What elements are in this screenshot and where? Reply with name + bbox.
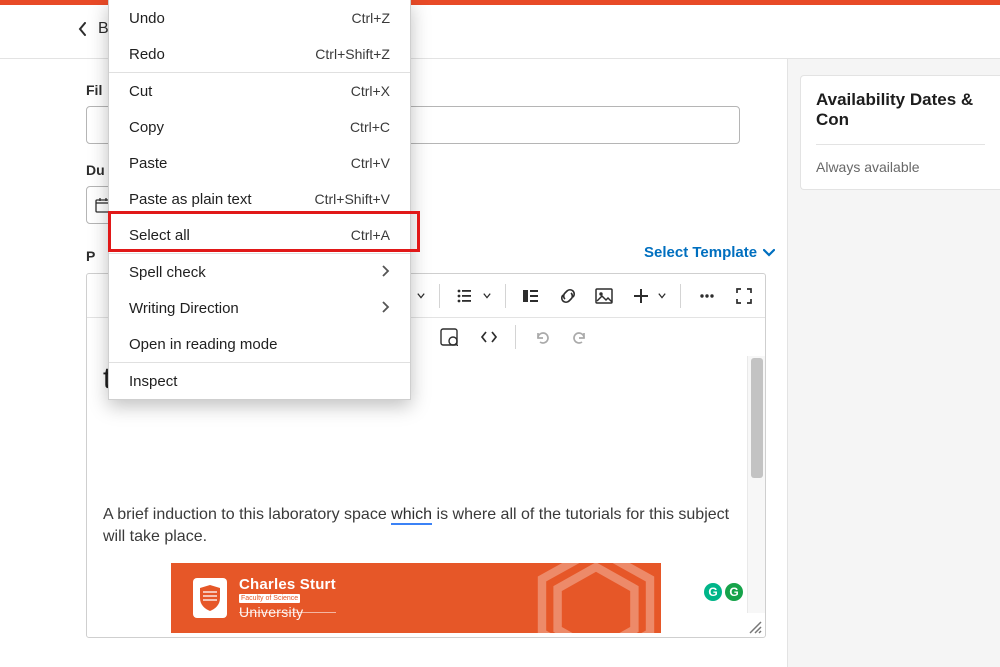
menu-item-shortcut: Ctrl+C: [350, 119, 390, 135]
university-banner: Charles Sturt Faculty of Science Univers…: [171, 563, 661, 633]
chevron-down-icon: [763, 247, 775, 259]
chevron-right-icon: [382, 300, 390, 317]
menu-item-label: Paste as plain text: [129, 191, 315, 208]
menu-item-label: Open in reading mode: [129, 336, 390, 353]
availability-title: Availability Dates & Con: [816, 90, 985, 130]
chevron-right-icon: [382, 264, 390, 281]
toolbar-separator: [439, 284, 440, 308]
menu-item-label: Select all: [129, 227, 351, 244]
resize-grip[interactable]: [746, 618, 762, 634]
chevron-left-icon: [78, 22, 88, 36]
assistant-badges: G G: [704, 583, 743, 601]
badge-g2[interactable]: G: [725, 583, 743, 601]
fullscreen-button[interactable]: [732, 284, 755, 308]
availability-divider: [816, 144, 985, 145]
badge-g1[interactable]: G: [704, 583, 722, 601]
toolbar-separator: [515, 325, 516, 349]
breadcrumb[interactable]: B: [78, 20, 109, 38]
insert-stuff-button[interactable]: [520, 284, 543, 308]
source-code-button[interactable]: [477, 325, 501, 349]
menu-item-paste-as-plain-text[interactable]: Paste as plain textCtrl+Shift+V: [109, 181, 410, 217]
body-pre: A brief induction to this laboratory spa…: [103, 506, 391, 523]
spellcheck-word[interactable]: which: [391, 506, 432, 525]
menu-item-select-all[interactable]: Select allCtrl+A: [109, 217, 410, 253]
dropdown-caret-icon[interactable]: [483, 292, 491, 300]
menu-item-cut[interactable]: CutCtrl+X: [109, 73, 410, 109]
link-button[interactable]: [556, 284, 579, 308]
toolbar-separator: [505, 284, 506, 308]
plus-button[interactable]: [629, 284, 652, 308]
redo-button[interactable]: [568, 325, 592, 349]
menu-item-shortcut: Ctrl+A: [351, 227, 390, 243]
menu-item-label: Spell check: [129, 264, 382, 281]
menu-item-paste[interactable]: PasteCtrl+V: [109, 145, 410, 181]
menu-item-label: Redo: [129, 46, 315, 63]
menu-item-undo[interactable]: UndoCtrl+Z: [109, 0, 410, 36]
university-name: Charles Sturt: [239, 576, 336, 593]
menu-item-shortcut: Ctrl+V: [351, 155, 390, 171]
undo-button[interactable]: [530, 325, 554, 349]
menu-item-label: Cut: [129, 83, 351, 100]
select-template-label: Select Template: [644, 244, 757, 261]
university-bottom: University: [239, 604, 336, 620]
menu-item-copy[interactable]: CopyCtrl+C: [109, 109, 410, 145]
shield-icon: [193, 578, 227, 618]
menu-item-redo[interactable]: RedoCtrl+Shift+Z: [109, 36, 410, 72]
menu-item-writing-direction[interactable]: Writing Direction: [109, 290, 410, 326]
menu-item-label: Writing Direction: [129, 300, 382, 317]
availability-status: Always available: [816, 159, 985, 175]
menu-item-label: Inspect: [129, 373, 390, 390]
content-body: A brief induction to this laboratory spa…: [103, 504, 739, 549]
image-button[interactable]: [593, 284, 616, 308]
menu-item-label: Paste: [129, 155, 351, 172]
scroll-thumb[interactable]: [751, 358, 763, 478]
more-button[interactable]: [695, 284, 718, 308]
dropdown-caret-icon[interactable]: [417, 292, 425, 300]
vertical-scrollbar[interactable]: [747, 356, 765, 613]
availability-card: Availability Dates & Con Always availabl…: [800, 75, 1000, 190]
hex-pattern: [511, 563, 661, 633]
menu-item-shortcut: Ctrl+Shift+V: [315, 191, 390, 207]
menu-item-shortcut: Ctrl+Z: [352, 10, 391, 26]
university-subtitle: Faculty of Science: [239, 594, 300, 603]
menu-item-label: Undo: [129, 10, 352, 27]
menu-item-open-in-reading-mode[interactable]: Open in reading mode: [109, 326, 410, 362]
context-menu: UndoCtrl+ZRedoCtrl+Shift+ZCutCtrl+XCopyC…: [108, 0, 411, 400]
list-button[interactable]: [454, 284, 477, 308]
menu-item-label: Copy: [129, 119, 350, 136]
select-template-button[interactable]: Select Template: [644, 244, 775, 261]
dropdown-caret-icon[interactable]: [658, 292, 666, 300]
menu-item-spell-check[interactable]: Spell check: [109, 254, 410, 290]
toolbar-separator: [680, 284, 681, 308]
menu-item-shortcut: Ctrl+Shift+Z: [315, 46, 390, 62]
accessibility-check-button[interactable]: [437, 325, 461, 349]
menu-item-inspect[interactable]: Inspect: [109, 363, 410, 399]
menu-item-shortcut: Ctrl+X: [351, 83, 390, 99]
